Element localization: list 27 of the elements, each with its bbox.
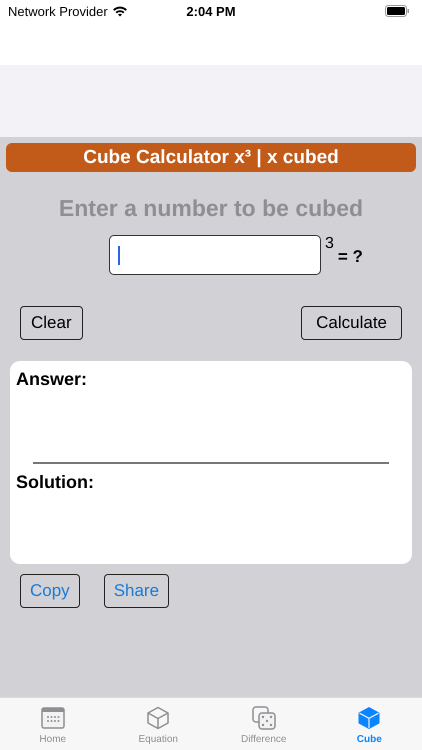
tab-label: Difference bbox=[241, 734, 286, 744]
clock-time: 2:04 PM bbox=[186, 4, 236, 18]
clear-button[interactable]: Clear bbox=[20, 306, 83, 340]
cube-icon bbox=[146, 706, 170, 730]
tab-item[interactable]: Home bbox=[0, 698, 106, 750]
solution-label: Solution: bbox=[16, 472, 95, 493]
tab-label: Cube bbox=[356, 734, 382, 744]
tab-label: Home bbox=[39, 734, 66, 744]
prompt-text: Enter a number to be cubed bbox=[58, 195, 364, 222]
dice-icon bbox=[252, 706, 276, 730]
exponent-text: 3 bbox=[325, 235, 334, 253]
share-button[interactable]: Share bbox=[104, 574, 170, 608]
copy-button[interactable]: Copy bbox=[20, 574, 80, 608]
battery-icon bbox=[385, 5, 410, 17]
carrier-name: Network Provider bbox=[8, 4, 108, 18]
calculate-button[interactable]: Calculate bbox=[301, 306, 402, 340]
tab-item[interactable]: Difference bbox=[211, 698, 316, 750]
tab-label: Equation bbox=[138, 734, 178, 744]
calendar-icon bbox=[40, 706, 65, 730]
number-field[interactable] bbox=[109, 235, 321, 275]
equals-text: = ? bbox=[338, 247, 363, 267]
title-banner: Cube Calculator x³ | x cubed bbox=[6, 143, 416, 172]
cube-icon bbox=[357, 706, 382, 730]
tab-item[interactable]: Equation bbox=[106, 698, 211, 750]
wifi-icon bbox=[112, 5, 128, 17]
answer-label: Answer: bbox=[16, 369, 88, 390]
tab-item[interactable]: Cube bbox=[316, 698, 422, 750]
